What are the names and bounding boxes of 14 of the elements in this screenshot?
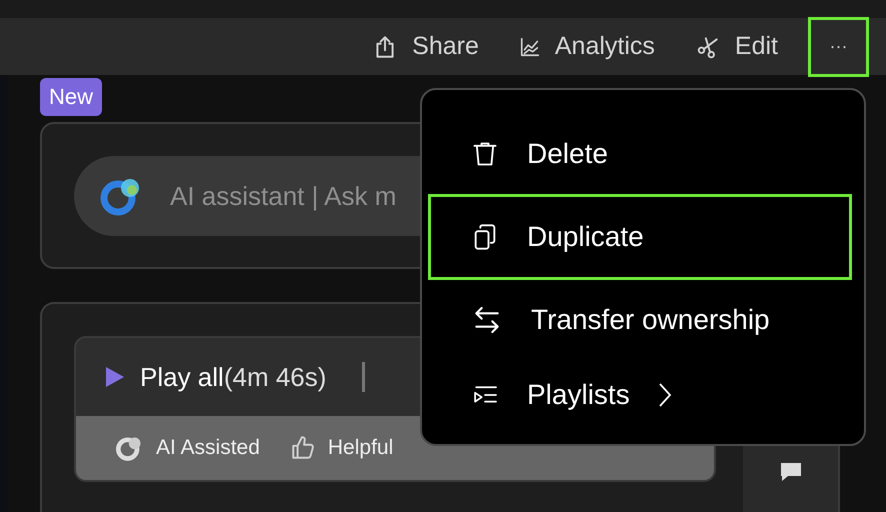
menu-item[interactable]: Duplicate xyxy=(428,194,852,280)
thumbs-up-icon xyxy=(290,435,316,461)
play-icon xyxy=(104,365,126,389)
share-button[interactable]: Share xyxy=(352,32,499,61)
analytics-button[interactable]: Analytics xyxy=(498,32,675,61)
new-badge: New xyxy=(40,78,102,116)
ai-button[interactable]: AI Assisted xyxy=(116,434,260,462)
more-button[interactable]: ··· xyxy=(808,16,869,76)
helpful-button[interactable]: Helpful xyxy=(290,435,394,461)
edit-button[interactable]: Edit xyxy=(674,32,798,61)
play-all-button[interactable]: Play all(4m 46s) xyxy=(104,362,326,392)
menu-item[interactable]: Transfer ownership xyxy=(428,280,852,360)
menu-item[interactable]: Playlists xyxy=(428,360,852,430)
line-chart-icon xyxy=(518,36,541,58)
